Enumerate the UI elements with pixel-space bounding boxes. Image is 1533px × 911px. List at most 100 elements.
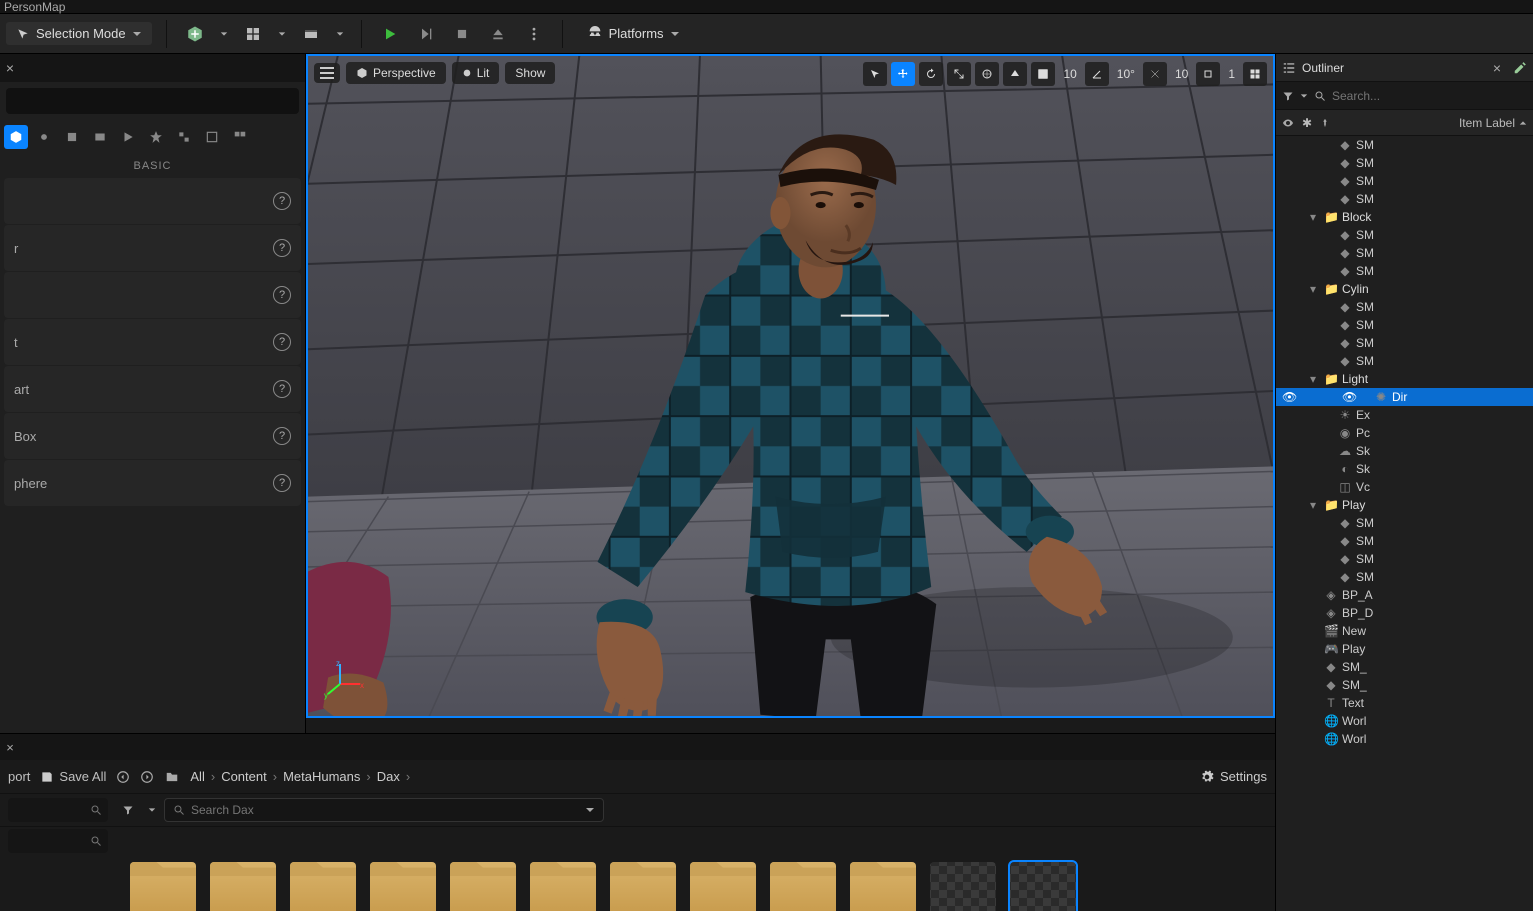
place-item[interactable]: art?	[4, 366, 301, 412]
item-label-header[interactable]: Item Label	[1459, 116, 1527, 130]
breadcrumb-item[interactable]: Content	[221, 769, 267, 784]
step-button[interactable]	[412, 20, 440, 48]
filter-icon[interactable]	[1282, 90, 1294, 102]
viewport[interactable]: Perspective Lit Show 10 10° 10 1 x z y	[306, 54, 1275, 718]
grid-snap-value[interactable]: 10	[1059, 67, 1080, 81]
chevron-down-icon[interactable]	[1300, 92, 1308, 100]
import-button[interactable]: port	[8, 769, 30, 784]
filter-icon[interactable]	[116, 798, 140, 822]
pin-icon[interactable]	[1320, 117, 1330, 129]
outliner-search-input[interactable]	[1332, 89, 1527, 103]
outliner-item[interactable]: ◈BP_D	[1276, 604, 1533, 622]
scale-tool[interactable]	[947, 62, 971, 86]
filter-geometry-button[interactable]	[172, 125, 196, 149]
eye-icon[interactable]	[1282, 117, 1294, 129]
outliner-item[interactable]: ◆SM	[1276, 262, 1533, 280]
close-icon[interactable]: ×	[0, 734, 20, 760]
folder-thumbnail[interactable]	[610, 862, 676, 911]
place-item[interactable]: ?	[4, 178, 301, 224]
outliner-item[interactable]: 🎬New	[1276, 622, 1533, 640]
outliner-item[interactable]: ◆SM	[1276, 298, 1533, 316]
outliner-item[interactable]: ◆SM	[1276, 334, 1533, 352]
rotate-tool[interactable]	[919, 62, 943, 86]
close-icon[interactable]: ×	[0, 54, 20, 82]
outliner-item[interactable]: ◫Vc	[1276, 478, 1533, 496]
outliner-item[interactable]: ◐Sk	[1276, 460, 1533, 478]
outliner-item[interactable]: ◆SM_	[1276, 676, 1533, 694]
settings-button[interactable]: Settings	[1200, 769, 1267, 784]
star-icon[interactable]: ✱	[1302, 116, 1312, 130]
outliner-item[interactable]: ◆SM	[1276, 514, 1533, 532]
outliner-item[interactable]: ◆SM	[1276, 316, 1533, 334]
folder-icon[interactable]	[164, 770, 180, 784]
outliner-item[interactable]: ◈BP_A	[1276, 586, 1533, 604]
sequencer-caret[interactable]	[333, 20, 347, 48]
filter-visual-button[interactable]	[116, 125, 140, 149]
outliner-item[interactable]: 👁👁✺Dir	[1276, 388, 1533, 406]
play-button[interactable]	[376, 20, 404, 48]
camera-speed-button[interactable]	[1196, 62, 1220, 86]
tree-search-2[interactable]	[8, 829, 108, 853]
edit-icon[interactable]	[1513, 61, 1527, 75]
sequencer-button[interactable]	[297, 20, 325, 48]
level-tab[interactable]: PersonMap	[4, 0, 65, 14]
tree-search[interactable]	[8, 798, 108, 822]
outliner-item[interactable]: ◉Pc	[1276, 424, 1533, 442]
breadcrumb-item[interactable]: Dax	[377, 769, 400, 784]
filter-volumes-button[interactable]	[200, 125, 224, 149]
angle-snap-toggle[interactable]	[1085, 62, 1109, 86]
outliner-item[interactable]: ◆SM	[1276, 244, 1533, 262]
filter-all-button[interactable]	[228, 125, 252, 149]
camera-speed-value[interactable]: 10	[1171, 67, 1192, 81]
surface-snap-toggle[interactable]	[1003, 62, 1027, 86]
outliner-item[interactable]: TText	[1276, 694, 1533, 712]
filter-lights-button[interactable]	[32, 125, 56, 149]
outliner-folder[interactable]: ▾📁Cylin	[1276, 280, 1533, 298]
selection-mode-dropdown[interactable]: Selection Mode	[6, 22, 152, 45]
outliner-item[interactable]: ◆SM	[1276, 352, 1533, 370]
grid-snap-toggle[interactable]	[1031, 62, 1055, 86]
play-options-button[interactable]	[520, 20, 548, 48]
blueprint-caret[interactable]	[275, 20, 289, 48]
history-fwd-icon[interactable]	[140, 770, 154, 784]
filter-basic-button[interactable]	[4, 125, 28, 149]
asset-thumbnail[interactable]	[930, 862, 996, 911]
folder-thumbnail[interactable]	[130, 862, 196, 911]
folder-thumbnail[interactable]	[850, 862, 916, 911]
outliner-item[interactable]: ◆SM_	[1276, 658, 1533, 676]
outliner-item[interactable]: ☀Ex	[1276, 406, 1533, 424]
place-item[interactable]: Box?	[4, 413, 301, 459]
coord-space-toggle[interactable]	[975, 62, 999, 86]
viewport-menu-button[interactable]	[314, 63, 340, 83]
perspective-dropdown[interactable]: Perspective	[346, 62, 446, 84]
outliner-item[interactable]: 🌐Worl	[1276, 730, 1533, 748]
folder-thumbnail[interactable]	[450, 862, 516, 911]
translate-tool[interactable]	[891, 62, 915, 86]
add-content-button[interactable]	[181, 20, 209, 48]
outliner-item[interactable]: 🎮Play	[1276, 640, 1533, 658]
scale-snap-value[interactable]: 1	[1224, 67, 1239, 81]
folder-thumbnail[interactable]	[770, 862, 836, 911]
outliner-item[interactable]: ◆SM	[1276, 136, 1533, 154]
folder-thumbnail[interactable]	[690, 862, 756, 911]
breadcrumb-item[interactable]: All	[190, 769, 204, 784]
filter-cinematic-button[interactable]	[88, 125, 112, 149]
folder-thumbnail[interactable]	[370, 862, 436, 911]
outliner-item[interactable]: ◆SM	[1276, 226, 1533, 244]
save-all-button[interactable]: Save All	[40, 769, 106, 784]
lit-dropdown[interactable]: Lit	[452, 62, 500, 84]
blueprint-button[interactable]	[239, 20, 267, 48]
folder-thumbnail[interactable]	[290, 862, 356, 911]
show-dropdown[interactable]: Show	[505, 62, 555, 84]
outliner-item[interactable]: ◆SM	[1276, 532, 1533, 550]
outliner-item[interactable]: ☁Sk	[1276, 442, 1533, 460]
chevron-down-icon[interactable]	[148, 806, 156, 814]
angle-snap-value[interactable]: 10°	[1113, 67, 1139, 81]
viewport-layout-button[interactable]	[1243, 62, 1267, 86]
stop-button[interactable]	[448, 20, 476, 48]
scale-snap-toggle[interactable]	[1143, 62, 1167, 86]
filter-shapes-button[interactable]	[60, 125, 84, 149]
place-item[interactable]: t?	[4, 319, 301, 365]
place-item[interactable]: ?	[4, 272, 301, 318]
outliner-folder[interactable]: ▾📁Light	[1276, 370, 1533, 388]
